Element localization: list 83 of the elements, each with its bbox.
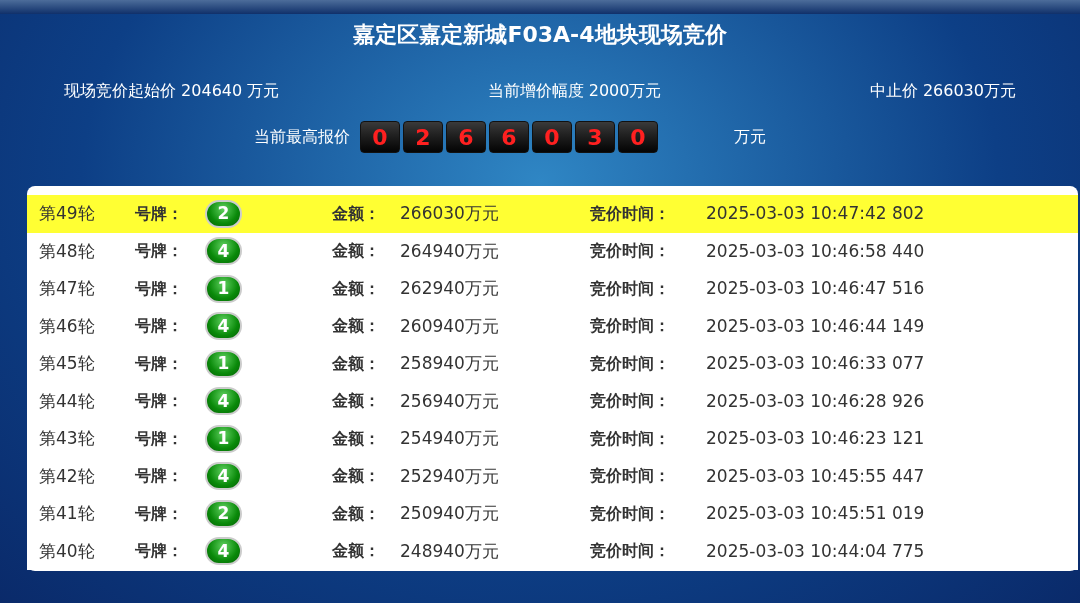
round-text: 第43轮 (38, 427, 96, 450)
summary-text: 现场竞价起始价 204640 万元 (64, 80, 280, 102)
amount-text: 252940万元 (400, 464, 500, 488)
round-text: 第47轮 (38, 277, 96, 300)
bid-time-label: 竞价时间： (590, 427, 671, 450)
bid-time-text: 2025-03-03 10:46:33 077 (706, 352, 925, 375)
plate-label: 号牌： (135, 240, 184, 263)
round-text: 第42轮 (38, 464, 96, 488)
amount-label: 金额： (332, 465, 381, 488)
round-text: 第40轮 (38, 539, 96, 563)
bid-time-label: 竞价时间： (590, 277, 671, 300)
bid-time-label: 竞价时间： (590, 240, 671, 263)
plate-number-badge: 4 (205, 312, 242, 341)
amount-label: 金额： (332, 390, 381, 413)
amount-text: 260940万元 (400, 314, 500, 338)
plate-label: 号牌： (135, 502, 184, 525)
bid-time-text: 2025-03-03 10:46:58 440 (706, 239, 925, 263)
plate-number-badge: 2 (205, 199, 242, 228)
plate-number-badge: 4 (205, 537, 242, 566)
bid-time-label: 竞价时间： (590, 502, 671, 525)
plate-label: 号牌： (135, 202, 184, 225)
summary-text: 当前增价幅度 2000万元 (487, 80, 662, 102)
bid-time-text: 2025-03-03 10:46:28 926 (706, 389, 925, 413)
amount-label: 金额： (332, 352, 381, 375)
amount-text: 262940万元 (400, 277, 500, 300)
plate-number-badge: 1 (205, 424, 242, 453)
plate-number-badge: 4 (205, 387, 242, 416)
amount-label: 金额： (332, 540, 381, 563)
summary-text: 中止价 266030万元 (869, 80, 1016, 102)
amount-label: 金额： (332, 202, 381, 225)
digit-tile: 0 (532, 121, 572, 153)
bid-time-text: 2025-03-03 10:44:04 775 (706, 539, 925, 563)
bid-time-text: 2025-03-03 10:46:47 516 (706, 277, 925, 300)
bid-time-text: 2025-03-03 10:45:55 447 (706, 464, 925, 488)
plate-label: 号牌： (135, 352, 184, 375)
amount-label: 金额： (332, 502, 381, 525)
bid-time-text: 2025-03-03 10:47:42 802 (706, 202, 925, 225)
amount-label: 金额： (332, 277, 381, 300)
round-text: 第46轮 (38, 314, 96, 338)
round-text: 第41轮 (38, 502, 96, 525)
plate-label: 号牌： (135, 390, 184, 413)
highest-bid-label: 当前最高报价 (254, 126, 350, 148)
amount-label: 金额： (332, 315, 381, 338)
bid-time-text: 2025-03-03 10:46:44 149 (706, 314, 925, 338)
plate-number-badge: 1 (205, 349, 242, 378)
bid-time-label: 竞价时间： (590, 202, 671, 225)
bid-time-label: 竞价时间： (590, 465, 671, 488)
amount-text: 254940万元 (400, 427, 500, 450)
digit-tile: 3 (575, 121, 615, 153)
plate-number-badge: 4 (205, 462, 242, 491)
plate-label: 号牌： (135, 540, 184, 563)
amount-label: 金额： (332, 427, 381, 450)
amount-text: 264940万元 (400, 239, 500, 263)
bid-time-label: 竞价时间： (590, 315, 671, 338)
bid-time-text: 2025-03-03 10:46:23 121 (706, 427, 925, 450)
digit-tile: 6 (489, 121, 529, 153)
amount-text: 250940万元 (400, 502, 500, 525)
bid-time-text: 2025-03-03 10:45:51 019 (706, 502, 925, 525)
digit-tile: 6 (446, 121, 486, 153)
round-text: 第49轮 (38, 202, 96, 225)
page-title: 嘉定区嘉定新城F03A-4地块现场竞价 (353, 21, 727, 49)
round-text: 第45轮 (38, 352, 96, 375)
amount-text: 248940万元 (400, 539, 500, 563)
bid-time-label: 竞价时间： (590, 390, 671, 413)
plate-number-badge: 4 (205, 237, 242, 266)
plate-label: 号牌： (135, 465, 184, 488)
round-text: 第48轮 (38, 239, 96, 263)
unit-label: 万元 (734, 126, 766, 148)
bid-time-label: 竞价时间： (590, 352, 671, 375)
amount-text: 256940万元 (400, 389, 500, 413)
amount-label: 金额： (332, 240, 381, 263)
plate-label: 号牌： (135, 427, 184, 450)
digit-tile: 0 (360, 121, 400, 153)
amount-text: 258940万元 (400, 352, 500, 375)
plate-number-badge: 1 (205, 274, 242, 303)
round-text: 第44轮 (38, 389, 96, 413)
digit-tile: 0 (618, 121, 658, 153)
bid-time-label: 竞价时间： (590, 540, 671, 563)
digit-tile: 2 (403, 121, 443, 153)
plate-label: 号牌： (135, 315, 184, 338)
amount-text: 266030万元 (400, 202, 500, 225)
plate-number-badge: 2 (205, 499, 242, 528)
plate-label: 号牌： (135, 277, 184, 300)
